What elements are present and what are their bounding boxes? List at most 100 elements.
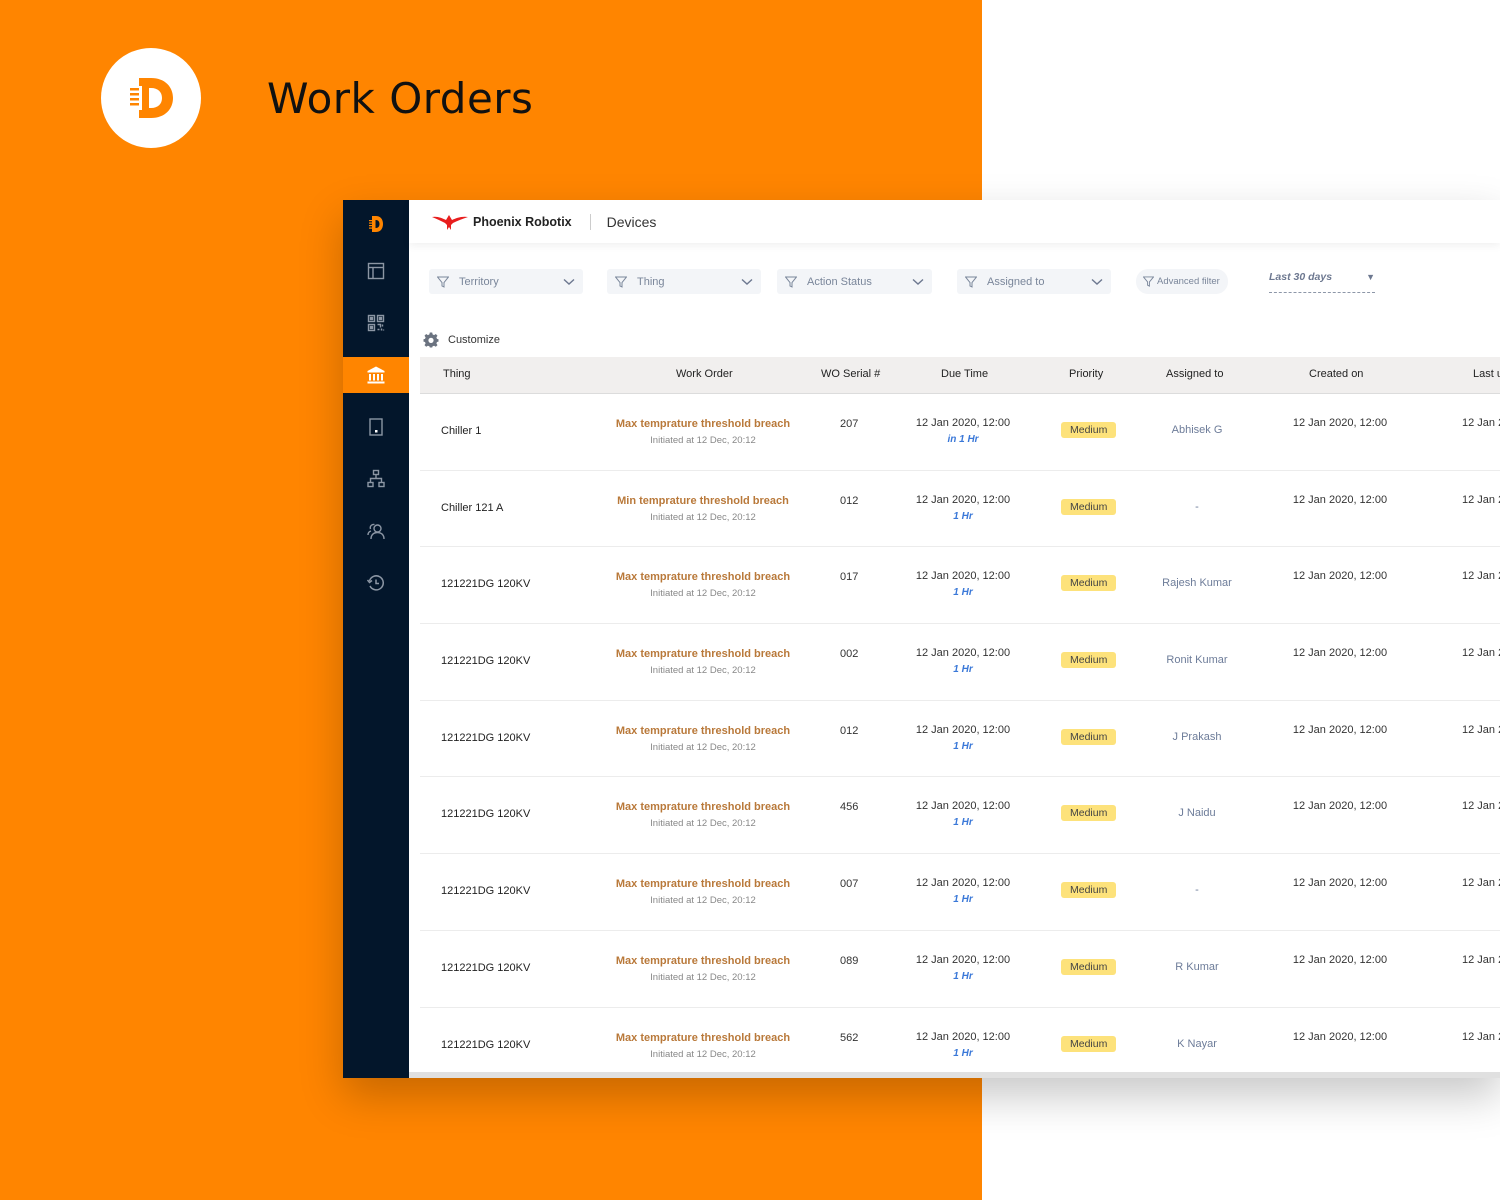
due-time-cell: 12 Jan 2020, 12:00 1 Hr — [908, 647, 1018, 675]
work-order-title[interactable]: Max temprature threshold breach — [580, 801, 826, 813]
assigned-to-cell[interactable]: J Prakash — [1147, 731, 1247, 743]
due-time-cell: 12 Jan 2020, 12:00 1 Hr — [908, 724, 1018, 752]
filter-icon — [1143, 276, 1154, 287]
col-header-assigned-to[interactable]: Assigned to — [1166, 368, 1223, 380]
sidebar-item-logo[interactable] — [343, 206, 409, 242]
assigned-to-cell[interactable]: Abhisek G — [1147, 424, 1247, 436]
col-header-last-updated[interactable]: Last u — [1473, 368, 1500, 380]
thing-cell: 121221DG 120KV — [441, 1038, 531, 1051]
due-date: 12 Jan 2020, 12:00 — [915, 493, 1011, 506]
due-date: 12 Jan 2020, 12:00 — [915, 953, 1011, 966]
filter-icon — [437, 276, 449, 288]
assigned-to-cell[interactable]: J Naidu — [1147, 807, 1247, 819]
table-row[interactable]: 121221DG 120KV Max temprature threshold … — [420, 547, 1500, 625]
col-header-work-order[interactable]: Work Order — [676, 368, 733, 380]
sidebar-item-users[interactable] — [343, 513, 409, 549]
assigned-to-cell[interactable]: - — [1147, 884, 1247, 896]
work-order-cell: Max temprature threshold breach Initiate… — [580, 1032, 826, 1060]
created-on-cell: 12 Jan 2020, 12:00 — [1292, 953, 1388, 966]
due-date: 12 Jan 2020, 12:00 — [915, 800, 1011, 813]
col-header-created-on[interactable]: Created on — [1309, 368, 1363, 380]
assigned-to-filter[interactable]: Assigned to — [957, 269, 1111, 294]
sidebar-item-work-orders[interactable] — [343, 357, 409, 393]
sidebar — [343, 200, 409, 1078]
table-row[interactable]: 121221DG 120KV Max temprature threshold … — [420, 1008, 1500, 1079]
last-updated-cell: 12 Jan 2 — [1462, 647, 1500, 660]
assigned-to-cell[interactable]: K Nayar — [1147, 1038, 1247, 1050]
assigned-to-cell[interactable]: Rajesh Kumar — [1147, 577, 1247, 589]
work-order-title[interactable]: Max temprature threshold breach — [580, 1032, 826, 1044]
due-relative: 1 Hr — [953, 664, 973, 676]
work-order-title[interactable]: Min temprature threshold breach — [580, 495, 826, 507]
table-row[interactable]: 121221DG 120KV Max temprature threshold … — [420, 931, 1500, 1008]
work-order-title[interactable]: Max temprature threshold breach — [580, 878, 826, 890]
gear-icon — [423, 332, 439, 348]
work-order-title[interactable]: Max temprature threshold breach — [580, 955, 826, 967]
work-order-initiated: Initiated at 12 Dec, 20:12 — [650, 665, 756, 677]
org-switcher[interactable]: Phoenix Robotix — [431, 213, 572, 231]
thing-filter[interactable]: Thing — [607, 269, 761, 294]
due-relative: in 1 Hr — [947, 434, 979, 445]
table-row[interactable]: 121221DG 120KV Max temprature threshold … — [420, 624, 1500, 701]
col-header-priority[interactable]: Priority — [1069, 368, 1103, 380]
sidebar-item-qr-codes[interactable] — [343, 305, 409, 341]
work-order-title[interactable]: Max temprature threshold breach — [580, 418, 826, 430]
due-relative: 1 Hr — [953, 740, 973, 752]
action-status-filter[interactable]: Action Status — [777, 269, 932, 294]
horizontal-scrollbar[interactable] — [409, 1072, 1500, 1078]
assigned-to-cell[interactable]: R Kumar — [1147, 961, 1247, 973]
col-header-thing[interactable]: Thing — [443, 368, 471, 380]
table-row[interactable]: 121221DG 120KV Max temprature threshold … — [420, 777, 1500, 855]
advanced-filter-button[interactable]: Advanced filter — [1136, 269, 1228, 294]
work-order-title[interactable]: Max temprature threshold breach — [580, 648, 826, 660]
due-date: 12 Jan 2020, 12:00 — [915, 647, 1011, 660]
due-time-cell: 12 Jan 2020, 12:00 in 1 Hr — [908, 417, 1018, 445]
table-row[interactable]: Chiller 1 Max temprature threshold breac… — [420, 394, 1500, 471]
last-updated-cell: 12 Jan 2 — [1462, 570, 1500, 583]
d-logo-icon — [130, 78, 173, 118]
col-header-serial[interactable]: WO Serial # — [821, 368, 880, 380]
serial-cell: 456 — [840, 801, 859, 814]
work-order-cell: Max temprature threshold breach Initiate… — [580, 801, 826, 829]
created-on-cell: 12 Jan 2020, 12:00 — [1292, 570, 1388, 583]
history-icon — [366, 575, 384, 591]
work-order-title[interactable]: Max temprature threshold breach — [580, 725, 826, 737]
work-order-title[interactable]: Max temprature threshold breach — [580, 571, 826, 583]
serial-cell: 002 — [840, 648, 859, 661]
thing-cell: 121221DG 120KV — [441, 578, 531, 591]
sidebar-item-dashboard[interactable] — [343, 253, 409, 289]
sidebar-item-history[interactable] — [343, 565, 409, 601]
table-row[interactable]: Chiller 121 A Min temprature threshold b… — [420, 471, 1500, 548]
col-header-due-time[interactable]: Due Time — [941, 368, 988, 380]
app-window: Phoenix Robotix Devices Territory Thing … — [343, 200, 1500, 1078]
due-date: 12 Jan 2020, 12:00 — [915, 877, 1011, 890]
work-order-initiated: Initiated at 12 Dec, 20:12 — [650, 588, 756, 600]
priority-cell: Medium — [1061, 727, 1117, 745]
assigned-to-cell[interactable]: - — [1147, 501, 1247, 513]
created-on-cell: 12 Jan 2020, 12:00 — [1292, 723, 1388, 736]
filter-icon — [785, 276, 797, 288]
sidebar-item-devices[interactable] — [343, 409, 409, 445]
work-orders-table: Thing Work Order WO Serial # Due Time Pr… — [420, 357, 1500, 1078]
territory-filter[interactable]: Territory — [429, 269, 583, 294]
thing-cell: 121221DG 120KV — [441, 655, 531, 668]
table-row[interactable]: 121221DG 120KV Max temprature threshold … — [420, 701, 1500, 778]
table-row[interactable]: 121221DG 120KV Max temprature threshold … — [420, 854, 1500, 931]
serial-cell: 207 — [840, 418, 859, 430]
date-range-select[interactable]: Last 30 days ▼ — [1269, 271, 1375, 293]
due-date: 12 Jan 2020, 12:00 — [915, 1030, 1011, 1043]
due-time-cell: 12 Jan 2020, 12:00 1 Hr — [908, 494, 1018, 522]
brand-logo — [101, 48, 201, 148]
assigned-to-cell[interactable]: Ronit Kumar — [1147, 654, 1247, 666]
serial-cell: 007 — [840, 878, 859, 891]
due-time-cell: 12 Jan 2020, 12:00 1 Hr — [908, 1031, 1018, 1059]
sidebar-item-hierarchy[interactable] — [343, 461, 409, 497]
due-time-cell: 12 Jan 2020, 12:00 1 Hr — [908, 800, 1018, 828]
priority-badge: Medium — [1061, 575, 1117, 592]
d-logo-icon — [369, 216, 383, 232]
work-order-initiated: Initiated at 12 Dec, 20:12 — [650, 435, 756, 446]
thing-cell: 121221DG 120KV — [441, 808, 531, 821]
customize-button[interactable]: Customize — [423, 332, 500, 348]
priority-cell: Medium — [1061, 420, 1117, 438]
due-date: 12 Jan 2020, 12:00 — [915, 570, 1011, 583]
